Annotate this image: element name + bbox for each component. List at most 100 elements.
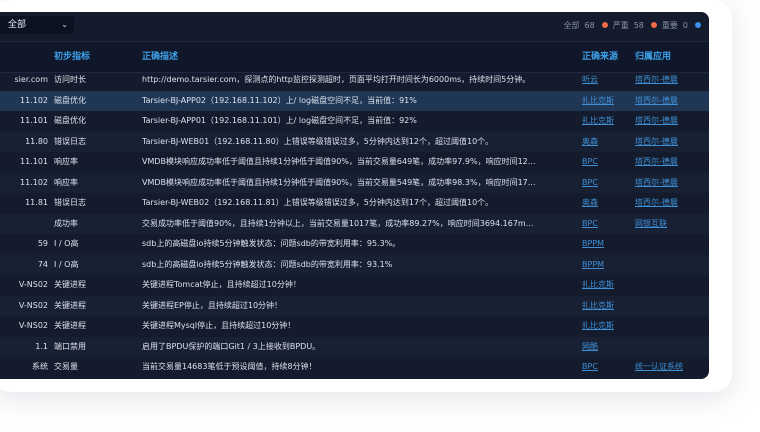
cell-description: http://demo.tarsier.com，探测点的http监控探测超时，页… bbox=[142, 75, 531, 84]
col-indicator[interactable]: 初步指标 bbox=[54, 42, 90, 72]
cell-origin-link[interactable]: BPC bbox=[582, 173, 630, 194]
table-row[interactable]: V-NS02 关键进程 关键进程Tomcat停止，且持续超过10分钟！ 扎比克斯 bbox=[0, 275, 709, 296]
cell-origin-link[interactable]: BPPM bbox=[582, 255, 630, 276]
cell-app-link[interactable]: 塔西尔-德晨 bbox=[635, 132, 707, 153]
card-frame: 全部 ⌄ 全部 68 严重 58 重要 0 初步指标 正确描述 正确来源 归属应… bbox=[0, 0, 732, 392]
col-app[interactable]: 归属应用 bbox=[635, 42, 671, 72]
cell-app-link[interactable] bbox=[635, 234, 707, 255]
table-row[interactable]: 11.81 错误日志 Tarsier-BJ-WEB02（192.168.11.8… bbox=[0, 193, 709, 214]
cell-source bbox=[0, 214, 48, 235]
cell-origin-link[interactable]: BPC bbox=[582, 357, 630, 378]
col-description[interactable]: 正确描述 bbox=[142, 42, 178, 72]
cell-description: VMDB模块响应成功率低于阈值且持续1分钟低于阈值90%，当前交易量649笔，成… bbox=[142, 157, 536, 166]
cell-indicator: 错误日志 bbox=[54, 198, 86, 207]
cell-description: 启用了BPDU保护的端口Git1 / 3上接收到BPDU。 bbox=[142, 341, 321, 351]
cell-source: 11.101 bbox=[20, 116, 48, 125]
cell-description: 关键进程EP停止，且持续超过10分钟！ bbox=[142, 300, 283, 310]
cell-indicator: 响应率 bbox=[54, 177, 78, 187]
summary-important-label: 重要 bbox=[661, 20, 678, 30]
summary-critical-label: 严重 bbox=[612, 20, 629, 30]
toolbar: 全部 ⌄ 全部 68 严重 58 重要 0 bbox=[0, 12, 709, 38]
cell-source: 11.102 bbox=[20, 95, 48, 105]
cell-origin-link[interactable]: 扎比克斯 bbox=[582, 316, 630, 337]
cell-description: Tarsier-BJ-APP02（192.168.11.102）上/ log磁盘… bbox=[142, 95, 417, 105]
cell-description: sdb上的高磁盘io持续5分钟触发状态：问题sdb的带宽利用率：95.3%。 bbox=[142, 239, 401, 248]
table-row[interactable]: 系统 交易量 当前交易量14683笔低于预设阈值，持续8分钟！ BPC 统一认证… bbox=[0, 357, 709, 378]
alert-panel: 全部 ⌄ 全部 68 严重 58 重要 0 初步指标 正确描述 正确来源 归属应… bbox=[0, 12, 709, 379]
cell-app-link[interactable]: 塔西尔-德晨 bbox=[635, 152, 707, 173]
cell-indicator: 磁盘优化 bbox=[54, 95, 86, 105]
col-origin[interactable]: 正确来源 bbox=[582, 42, 618, 72]
cell-origin-link[interactable]: 扎比克斯 bbox=[582, 296, 630, 317]
cell-indicator: 关键进程 bbox=[54, 321, 86, 330]
cell-indicator: 响应率 bbox=[54, 157, 78, 166]
col-source[interactable] bbox=[0, 42, 48, 72]
cell-indicator: 交易量 bbox=[54, 362, 78, 371]
table-row[interactable]: 1.1 端口禁用 启用了BPDU保护的端口Git1 / 3上接收到BPDU。 网… bbox=[0, 336, 709, 358]
table-row[interactable]: sier.com 访问时长 http://demo.tarsier.com，探测… bbox=[0, 70, 709, 91]
cell-app-link[interactable] bbox=[635, 316, 707, 337]
cell-source: 系统 bbox=[32, 362, 48, 371]
cell-source: 74 bbox=[37, 259, 48, 269]
cell-app-link[interactable]: 统一认证系统 bbox=[635, 357, 707, 378]
cell-description: 交易成功率低于阈值90%，且持续1分钟以上，当前交易量1017笔，成功率89.2… bbox=[142, 218, 534, 228]
cell-source: V-NS02 bbox=[18, 300, 48, 310]
cell-source: sier.com bbox=[14, 75, 49, 84]
cell-app-link[interactable]: 网银互联 bbox=[635, 214, 707, 235]
cell-app-link[interactable] bbox=[635, 296, 707, 317]
table-row[interactable]: 11.101 磁盘优化 Tarsier-BJ-APP01（192.168.11.… bbox=[0, 111, 709, 132]
cell-indicator: 端口禁用 bbox=[54, 341, 86, 351]
table-row[interactable]: 11.102 响应率 VMDB模块响应成功率低于阈值且持续1分钟低于阈值90%，… bbox=[0, 172, 709, 194]
cell-app-link[interactable]: 塔西尔-德晨 bbox=[635, 193, 707, 214]
cell-source: 1.1 bbox=[35, 341, 48, 351]
cell-description: 当前交易量14683笔低于预设阈值，持续8分钟！ bbox=[142, 362, 317, 371]
table-row[interactable]: 11.101 响应率 VMDB模块响应成功率低于阈值且持续1分钟低于阈值90%，… bbox=[0, 152, 709, 173]
cell-origin-link[interactable]: 奥森 bbox=[582, 193, 630, 214]
filter-select[interactable]: 全部 ⌄ bbox=[0, 16, 74, 34]
table-row[interactable]: 74 I / O高 sdb上的高磁盘io持续5分钟触发状态：问题sdb的带宽利用… bbox=[0, 254, 709, 276]
cell-indicator: 关键进程 bbox=[54, 280, 86, 289]
cell-app-link[interactable] bbox=[635, 275, 707, 296]
table-row[interactable]: 59 I / O高 sdb上的高磁盘io持续5分钟触发状态：问题sdb的带宽利用… bbox=[0, 234, 709, 255]
table-row[interactable]: V-NS02 关键进程 关键进程EP停止，且持续超过10分钟！ 扎比克斯 bbox=[0, 295, 709, 317]
cell-origin-link[interactable]: BPC bbox=[582, 214, 630, 235]
cell-app-link[interactable] bbox=[635, 255, 707, 276]
cell-origin-link[interactable]: 听云 bbox=[582, 70, 630, 91]
table-row[interactable]: V-NS02 关键进程 关键进程Mysql停止，且持续超过10分钟！ 扎比克斯 bbox=[0, 316, 709, 337]
cell-origin-link[interactable]: 扎比克斯 bbox=[582, 91, 630, 112]
cell-source: 11.102 bbox=[20, 177, 48, 187]
summary-critical-count: 58 bbox=[633, 20, 644, 30]
summary-all-count: 68 bbox=[584, 20, 595, 30]
cell-source: V-NS02 bbox=[18, 280, 48, 289]
cell-source: 11.80 bbox=[25, 136, 48, 146]
table-header: 初步指标 正确描述 正确来源 归属应用 bbox=[0, 41, 709, 73]
filter-select-value: 全部 bbox=[8, 20, 27, 30]
summary-all-dot bbox=[601, 22, 608, 28]
cell-app-link[interactable]: 塔西尔-德晨 bbox=[635, 173, 707, 194]
cell-indicator: 关键进程 bbox=[54, 300, 86, 310]
table-row[interactable]: 成功率 交易成功率低于阈值90%，且持续1分钟以上，当前交易量1017笔，成功率… bbox=[0, 213, 709, 235]
cell-origin-link[interactable]: BPC bbox=[582, 152, 630, 173]
cell-description: Tarsier-BJ-WEB01（192.168.11.80）上错误等级错误过多… bbox=[142, 136, 494, 146]
summary-critical-dot bbox=[650, 22, 657, 28]
cell-origin-link[interactable]: 扎比克斯 bbox=[582, 275, 630, 296]
summary-all-label: 全部 bbox=[563, 20, 580, 30]
cell-indicator: 错误日志 bbox=[54, 136, 86, 146]
cell-app-link[interactable]: 塔西尔-德晨 bbox=[635, 91, 707, 112]
cell-app-link[interactable] bbox=[635, 337, 707, 358]
cell-app-link[interactable]: 塔西尔-德晨 bbox=[635, 70, 707, 91]
table-row[interactable]: 11.102 磁盘优化 Tarsier-BJ-APP02（192.168.11.… bbox=[0, 90, 709, 112]
cell-origin-link[interactable]: 奥森 bbox=[582, 132, 630, 153]
table-row[interactable]: 11.80 错误日志 Tarsier-BJ-WEB01（192.168.11.8… bbox=[0, 131, 709, 153]
cell-description: Tarsier-BJ-APP01（192.168.11.101）上/ log磁盘… bbox=[142, 116, 417, 125]
cell-description: 关键进程Mysql停止，且持续超过10分钟！ bbox=[142, 321, 296, 330]
severity-summary: 全部 68 严重 58 重要 0 bbox=[564, 12, 701, 38]
cell-origin-link[interactable]: BPPM bbox=[582, 234, 630, 255]
cell-description: sdb上的高磁盘io持续5分钟触发状态：问题sdb的带宽利用率：93.1% bbox=[142, 259, 393, 269]
cell-origin-link[interactable]: 网酷 bbox=[582, 337, 630, 358]
cell-source: V-NS02 bbox=[18, 321, 48, 330]
cell-origin-link[interactable]: 扎比克斯 bbox=[582, 111, 630, 132]
cell-indicator: 访问时长 bbox=[54, 75, 86, 84]
cell-description: VMDB模块响应成功率低于阈值且持续1分钟低于阈值90%，当前交易量549笔，成… bbox=[142, 177, 536, 187]
cell-app-link[interactable]: 塔西尔-德晨 bbox=[635, 111, 707, 132]
